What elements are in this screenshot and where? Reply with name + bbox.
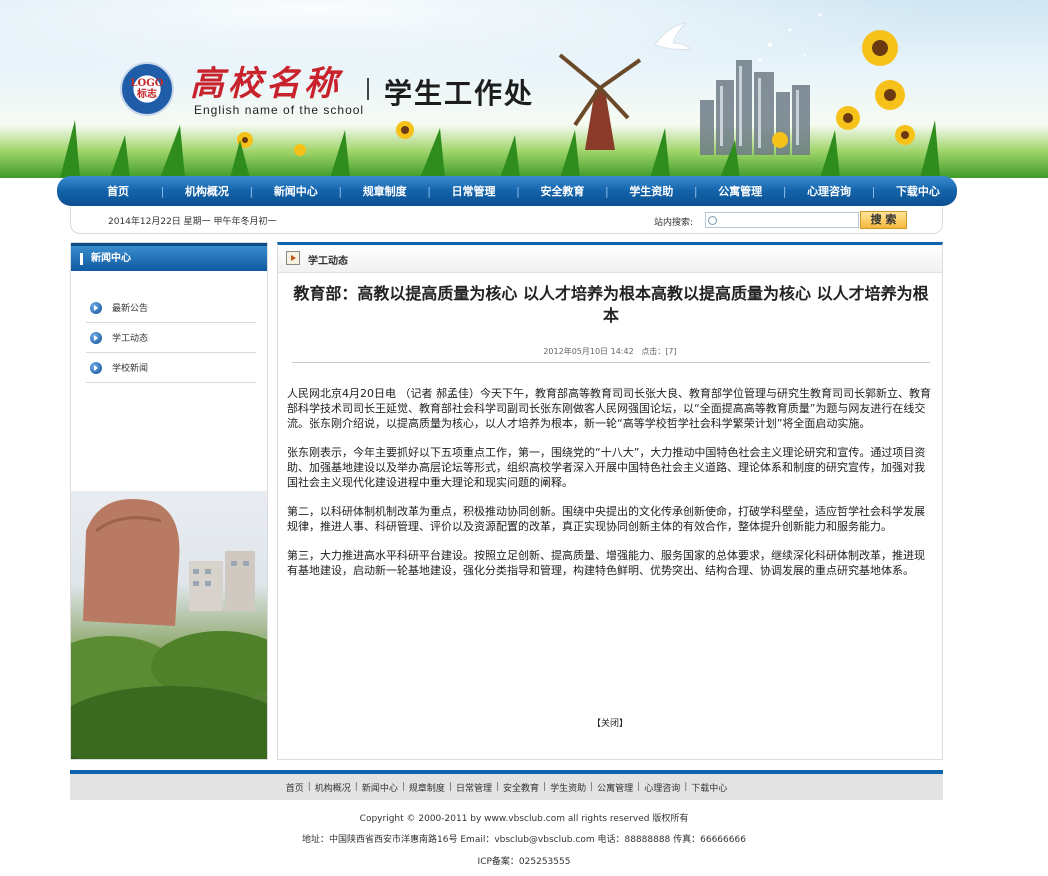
sidebar-item-label: 最新公告 — [112, 304, 149, 314]
main-navigation: 首页 | 机构概况 | 新闻中心 | 规章制度 | 日常管理 | 安全教育 | … — [57, 176, 957, 206]
footer-link-news[interactable]: 新闻中心 — [358, 781, 402, 794]
contact-info: 地址：中国陕西省西安市洋惠南路16号 Email：vbsclub@vbsclub… — [302, 835, 746, 845]
footer-link-safety[interactable]: 安全教育 — [499, 781, 543, 794]
article-panel-header: 学工动态 — [278, 245, 942, 273]
nav-item-news[interactable]: 新闻中心 — [257, 183, 335, 199]
footer-link-daily-management[interactable]: 日常管理 — [452, 781, 496, 794]
article-title: 教育部：高教以提高质量为核心 以人才培养为根本高教以提高质量为核心 以人才培养为… — [293, 284, 929, 325]
nav-item-about[interactable]: 机构概况 — [168, 183, 246, 199]
sidebar-item-school-news[interactable]: 学校新闻 — [86, 353, 256, 383]
article-paragraph: 张东刚表示，今年主要抓好以下五项重点工作，第一，围绕党的“十八大”，大力推动中国… — [287, 446, 926, 489]
search-icon — [708, 216, 717, 225]
nav-item-safety[interactable]: 安全教育 — [523, 183, 601, 199]
arrow-bullet-icon — [90, 361, 102, 374]
nav-item-dormitory[interactable]: 公寓管理 — [701, 183, 779, 199]
footer-navigation: 首页 | 机构概况 | 新闻中心 | 规章制度 | 日常管理 | 安全教育 | 学生资助 | … — [70, 770, 943, 800]
info-bar: 2014年12月22日 星期一 甲午年冬月初一 站内搜索: 搜 索 — [70, 207, 943, 234]
arrow-bullet-icon — [90, 301, 102, 314]
footer-link-dormitory[interactable]: 公寓管理 — [593, 781, 637, 794]
search-button[interactable]: 搜 索 — [860, 211, 907, 229]
footer-link-home[interactable]: 首页 — [282, 781, 308, 794]
nav-separator: | — [427, 184, 431, 198]
article-panel: 学工动态 教育部：高教以提高质量为核心 以人才培养为根本高教以提高质量为核心 以… — [277, 242, 943, 760]
arrow-bullet-icon — [90, 331, 102, 344]
nav-separator: | — [871, 184, 876, 198]
sidebar-item-student-affairs[interactable]: 学工动态 — [86, 323, 256, 353]
article-date: 2012年05月10日 14:42 — [543, 347, 634, 356]
hit-count: [7] — [665, 347, 677, 356]
nav-item-downloads[interactable]: 下载中心 — [879, 183, 957, 199]
campus-photo-scene — [71, 499, 267, 759]
nav-item-daily-management[interactable]: 日常管理 — [435, 183, 513, 199]
title-divider — [292, 362, 930, 363]
school-logo: LOGO 标志 — [120, 62, 174, 116]
footer-link-about[interactable]: 机构概况 — [311, 781, 355, 794]
windmill — [558, 53, 642, 150]
sidebar: 新闻中心 最新公告 学工动态 学校新闻 — [70, 242, 268, 760]
sidebar-title: 新闻中心 — [71, 243, 267, 271]
article-paragraph: 第三，大力推进高水平科研平台建设。按照立足创新、提高质量、增强能力、服务国家的总… — [287, 549, 925, 577]
footer-link-regulations[interactable]: 规章制度 — [405, 781, 449, 794]
header-banner: LOGO 标志 高校名称 English name of the school 学… — [0, 0, 1048, 178]
article-body: 人民网北京4月20日电 （记者 郝孟佳）今天下午，教育部高等教育司司长张大良、教… — [287, 386, 935, 592]
document-arrow-icon — [286, 251, 300, 265]
nav-separator: | — [605, 184, 609, 198]
sidebar-list: 最新公告 学工动态 学校新闻 — [86, 293, 256, 383]
footer-link-student-aid[interactable]: 学生资助 — [546, 781, 590, 794]
article-meta: 2012年05月10日 14:42 点击：[7] — [278, 346, 942, 357]
nav-item-counseling[interactable]: 心理咨询 — [790, 183, 868, 199]
sidebar-item-announcements[interactable]: 最新公告 — [86, 293, 256, 323]
nav-separator: | — [782, 184, 787, 198]
article-paragraph: 人民网北京4月20日电 （记者 郝孟佳）今天下午，教育部高等教育司司长张大良、教… — [287, 387, 931, 430]
nav-separator: | — [249, 184, 254, 198]
hits-label: 点击： — [641, 347, 666, 356]
nav-item-regulations[interactable]: 规章制度 — [346, 183, 424, 199]
section-title: 学工动态 — [308, 256, 348, 267]
current-date: 2014年12月22日 星期一 甲午年冬月初一 — [108, 217, 277, 227]
article-paragraph: 第二，以科研体制机制改革为重点，积极推动协同创新。围绕中央提出的文化传承创新使命… — [287, 505, 925, 533]
search-label: 站内搜索: — [654, 218, 694, 228]
department-name: 学生工作处 — [384, 77, 535, 110]
footer-link-downloads[interactable]: 下载中心 — [687, 781, 731, 794]
copyright-text: Copyright © 2000-2011 by www.vbsclub.com… — [359, 814, 689, 824]
search-input[interactable] — [705, 212, 859, 228]
close-link[interactable]: 【关闭】 — [278, 716, 942, 729]
campus-photo — [71, 491, 267, 759]
nav-separator: | — [516, 184, 520, 198]
nav-item-student-aid[interactable]: 学生资助 — [612, 183, 690, 199]
sidebar-item-label: 学校新闻 — [112, 364, 149, 374]
icp-record: ICP备案：025253555 — [477, 857, 571, 867]
sidebar-item-label: 学工动态 — [112, 334, 149, 344]
logo-text: LOGO 标志 — [130, 78, 164, 100]
title-divider — [367, 78, 369, 100]
school-name-english: English name of the school — [194, 103, 365, 117]
school-name: 高校名称 — [190, 64, 342, 104]
nav-item-home[interactable]: 首页 — [79, 183, 157, 199]
nav-separator: | — [693, 184, 698, 198]
footer-link-counseling[interactable]: 心理咨询 — [640, 781, 684, 794]
nav-separator: | — [160, 184, 165, 198]
nav-separator: | — [338, 184, 343, 198]
